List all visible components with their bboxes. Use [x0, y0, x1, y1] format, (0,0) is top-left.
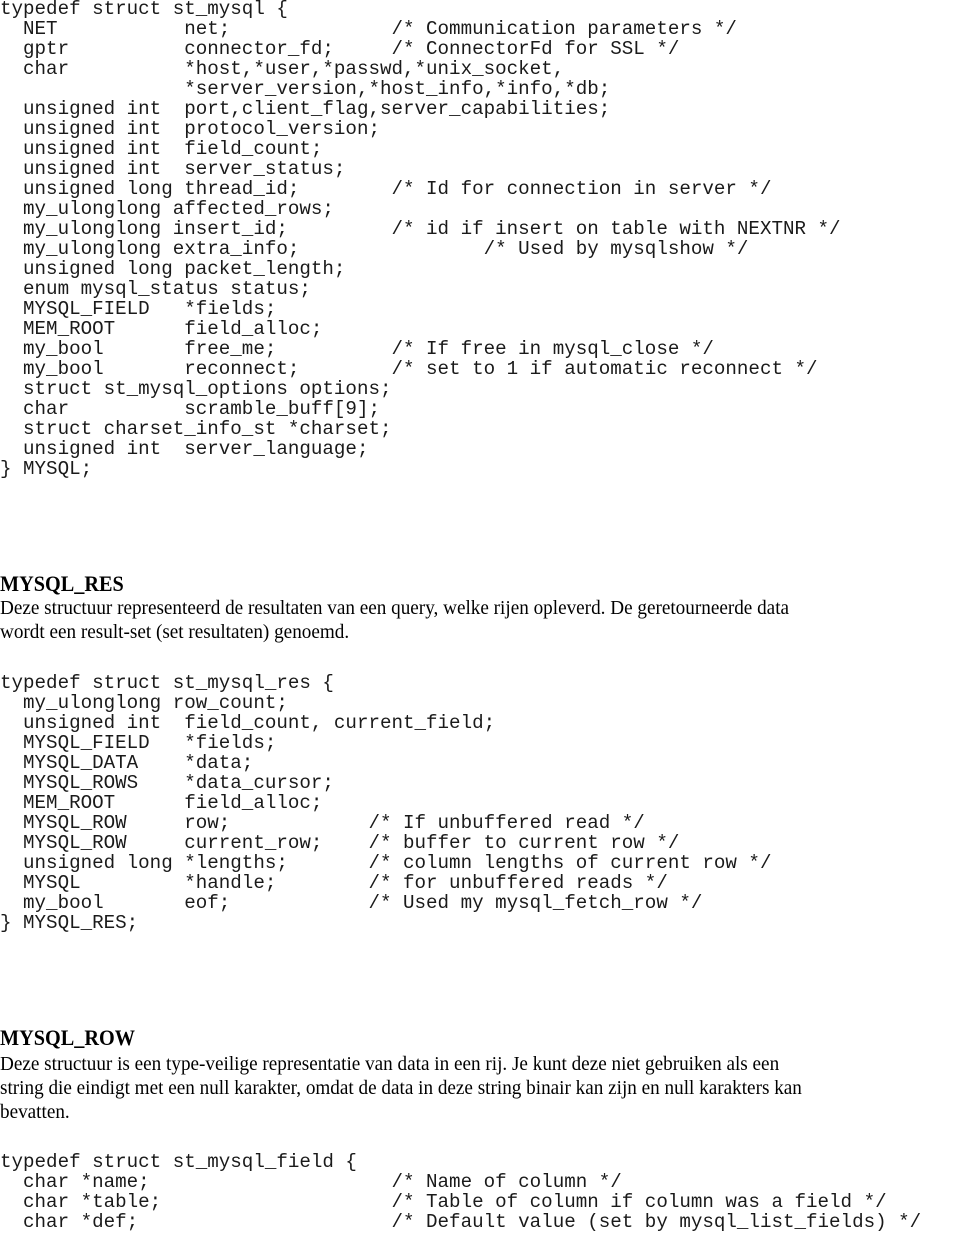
code-line: MYSQL_ROWS *data_cursor; — [0, 772, 334, 794]
code-line: char *table; /* Table of column if colum… — [0, 1191, 887, 1213]
code-line: unsigned long *lengths; /* column length… — [0, 852, 772, 874]
code-line: MEM_ROOT field_alloc; — [0, 318, 323, 340]
code-line: enum mysql_status status; — [0, 278, 311, 300]
code-line: my_ulonglong insert_id; /* id if insert … — [0, 218, 841, 240]
paragraph-line: Deze structuur is een type-veilige repre… — [0, 1053, 780, 1075]
paragraph-line: string die eindigt met een null karakter… — [0, 1077, 802, 1099]
code-line: MYSQL_ROW row; /* If unbuffered read */ — [0, 812, 645, 834]
code-line: unsigned int port,client_flag,server_cap… — [0, 98, 611, 120]
paragraph-line: wordt een result-set (set resultaten) ge… — [0, 621, 350, 643]
code-line: char *host,*user,*passwd,*unix_socket, — [0, 58, 565, 80]
code-line: MYSQL_FIELD *fields; — [0, 732, 277, 754]
code-line: gptr connector_fd; /* ConnectorFd for SS… — [0, 38, 680, 60]
section-heading-mysql-row: MYSQL_ROW — [0, 1025, 135, 1050]
paragraph-line: Deze structuur representeerd de resultat… — [0, 597, 790, 619]
code-line: NET net; /* Communication parameters */ — [0, 18, 737, 40]
code-line: my_ulonglong extra_info; /* Used by mysq… — [0, 238, 749, 260]
code-line: char *def; /* Default value (set by mysq… — [0, 1211, 922, 1233]
code-line: unsigned int server_language; — [0, 438, 369, 460]
code-line: struct st_mysql_options options; — [0, 378, 392, 400]
code-line: *server_version,*host_info,*info,*db; — [0, 78, 611, 100]
code-line: MYSQL_DATA *data; — [0, 752, 254, 774]
code-line: my_ulonglong row_count; — [0, 692, 288, 714]
code-line: MYSQL *handle; /* for unbuffered reads *… — [0, 872, 668, 894]
code-line: unsigned int server_status; — [0, 158, 346, 180]
code-line: typedef struct st_mysql_field { — [0, 1151, 357, 1173]
code-line: unsigned long packet_length; — [0, 258, 346, 280]
paragraph-line: bevatten. — [0, 1101, 70, 1123]
code-line: unsigned int field_count, current_field; — [0, 712, 496, 734]
code-line: unsigned int protocol_version; — [0, 118, 380, 140]
section-heading-mysql-res: MYSQL_RES — [0, 571, 124, 596]
code-line: MEM_ROOT field_alloc; — [0, 792, 323, 814]
section-description-mysql-res: Deze structuur representeerd de resultat… — [0, 596, 935, 644]
code-line: MYSQL_FIELD *fields; — [0, 298, 277, 320]
code-line: my_ulonglong affected_rows; — [0, 198, 334, 220]
code-block-mysql-field-struct: typedef struct st_mysql_field { char *na… — [0, 1152, 921, 1232]
code-line: typedef struct st_mysql { — [0, 0, 288, 20]
code-line: MYSQL_ROW current_row; /* buffer to curr… — [0, 832, 680, 854]
code-line: } MYSQL; — [0, 458, 93, 480]
code-line: typedef struct st_mysql_res { — [0, 672, 334, 694]
code-line: unsigned int field_count; — [0, 138, 323, 160]
code-line: } MYSQL_RES; — [0, 912, 139, 934]
code-line: my_bool free_me; /* If free in mysql_clo… — [0, 338, 714, 360]
code-block-mysql-struct: typedef struct st_mysql { NET net; /* Co… — [0, 0, 841, 479]
code-line: unsigned long thread_id; /* Id for conne… — [0, 178, 772, 200]
code-line: char *name; /* Name of column */ — [0, 1171, 622, 1193]
code-line: struct charset_info_st *charset; — [0, 418, 392, 440]
code-line: my_bool reconnect; /* set to 1 if automa… — [0, 358, 818, 380]
code-line: my_bool eof; /* Used my mysql_fetch_row … — [0, 892, 703, 914]
code-line: char scramble_buff[9]; — [0, 398, 380, 420]
section-description-mysql-row: Deze structuur is een type-veilige repre… — [0, 1052, 935, 1124]
code-block-mysql-res-struct: typedef struct st_mysql_res { my_ulonglo… — [0, 673, 771, 933]
